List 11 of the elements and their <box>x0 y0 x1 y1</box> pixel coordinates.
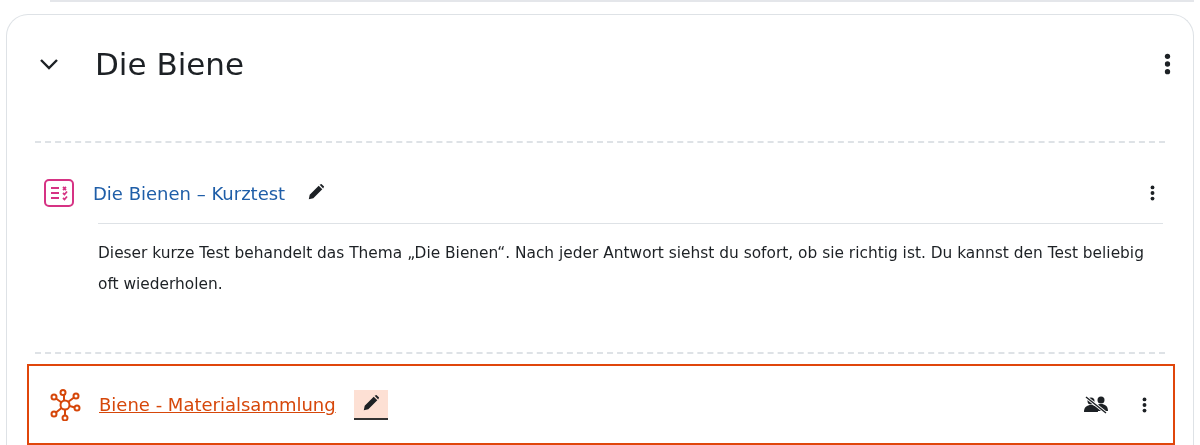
more-menu-icon[interactable] <box>1142 396 1147 413</box>
activity-link[interactable]: Biene - Materialsammlung <box>99 394 340 415</box>
no-groups-icon <box>1084 394 1108 415</box>
pencil-icon[interactable] <box>353 389 388 420</box>
activity-description: Dieser kurze Test behandelt das Thema „Die Bienen“. Nach jeder Antwort siehst du sofort, ob sie richtig ist. Du kannst den Test beliebig oft wiederholen. <box>98 223 1163 320</box>
activity-link[interactable]: Die Bienen – Kurztest <box>93 182 286 204</box>
network-icon <box>49 388 81 421</box>
checklist-icon <box>43 177 75 209</box>
more-menu-icon[interactable] <box>1150 185 1155 201</box>
more-menu-icon[interactable] <box>1164 53 1171 75</box>
section-title: Die Biene <box>95 46 246 82</box>
